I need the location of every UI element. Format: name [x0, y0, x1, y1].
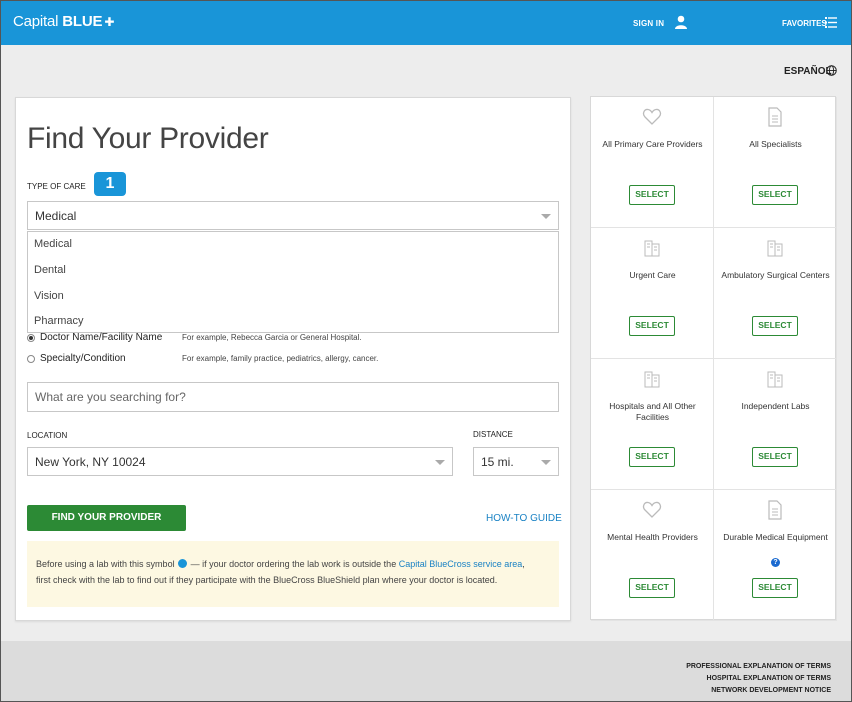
document-icon: [768, 107, 782, 127]
notice-line-1: Before using a lab with this symbol — if…: [36, 556, 549, 572]
category-label: Urgent Care: [629, 270, 676, 280]
location-label: LOCATION: [27, 431, 68, 440]
radio-example: For example, Rebecca Garcia or General H…: [182, 333, 362, 342]
type-of-care-value: Medical: [35, 208, 77, 223]
dropdown-option-vision[interactable]: Vision: [34, 290, 64, 302]
category-tile: Mental Health Providers SELECT: [591, 490, 714, 621]
category-tile: Urgent Care SELECT: [591, 228, 714, 359]
building-icon: [644, 371, 660, 388]
top-header: Capital BLUE ✚ SIGN IN FAVORITES: [1, 1, 851, 45]
logo-text: Capital: [13, 13, 63, 30]
step-badge: 1: [94, 172, 126, 196]
logo-cross-icon: ✚: [104, 15, 115, 29]
category-label: Mental Health Providers: [607, 532, 698, 542]
chevron-down-icon: [541, 213, 551, 219]
dropdown-option-pharmacy[interactable]: Pharmacy: [34, 315, 84, 327]
category-label: All Primary Care Providers: [602, 139, 703, 149]
footer-link-professional-terms[interactable]: PROFESSIONAL EXPLANATION OF TERMS: [686, 663, 831, 670]
heart-icon: [642, 108, 662, 125]
select-button[interactable]: SELECT: [752, 578, 798, 598]
distance-value: 15 mi.: [481, 454, 514, 469]
category-tile: All Specialists SELECT: [714, 97, 837, 228]
type-of-care-label: TYPE OF CARE: [27, 182, 86, 191]
category-tile: Durable Medical Equipment ? SELECT: [714, 490, 837, 621]
category-label: Ambulatory Surgical Centers: [721, 270, 830, 280]
building-icon: [767, 240, 783, 257]
category-tile: Ambulatory Surgical Centers SELECT: [714, 228, 837, 359]
select-button[interactable]: SELECT: [752, 316, 798, 336]
location-value: New York, NY 10024: [35, 454, 146, 469]
dropdown-option-dental[interactable]: Dental: [34, 264, 66, 276]
category-tile: All Primary Care Providers SELECT: [591, 97, 714, 228]
chevron-down-icon: [435, 459, 445, 465]
notice-text: Before using a lab with this symbol: [36, 559, 175, 569]
radio-example: For example, family practice, pediatrics…: [182, 354, 379, 363]
list-icon[interactable]: [825, 17, 837, 28]
find-provider-button[interactable]: FIND YOUR PROVIDER: [27, 505, 186, 531]
type-of-care-select[interactable]: Medical: [27, 201, 559, 230]
document-icon: [768, 500, 782, 520]
radio-button[interactable]: [27, 334, 35, 342]
lab-symbol-icon: [178, 559, 188, 568]
category-grid: All Primary Care Providers SELECT All Sp…: [590, 96, 837, 621]
language-toggle[interactable]: ESPAÑOL: [784, 66, 832, 77]
chevron-down-icon: [541, 459, 551, 465]
location-select[interactable]: New York, NY 10024: [27, 447, 453, 476]
radio-button[interactable]: [27, 355, 35, 363]
select-button[interactable]: SELECT: [629, 185, 675, 205]
heart-icon: [642, 501, 662, 518]
logo-bold: BLUE: [62, 13, 103, 30]
notice-line-2: first check with the lab to find out if …: [36, 575, 498, 585]
footer-link-network-notice[interactable]: NETWORK DEVELOPMENT NOTICE: [711, 687, 831, 694]
notice-text: ,: [522, 559, 525, 569]
service-area-link[interactable]: Capital BlueCross service area: [399, 559, 523, 569]
distance-select[interactable]: 15 mi.: [473, 447, 559, 476]
sign-in-link[interactable]: SIGN IN: [633, 19, 664, 28]
user-icon[interactable]: [674, 15, 688, 29]
select-button[interactable]: SELECT: [752, 185, 798, 205]
category-tile: Independent Labs SELECT: [714, 359, 837, 490]
category-tile: Hospitals and All Other Facilities SELEC…: [591, 359, 714, 490]
globe-icon[interactable]: [826, 65, 837, 76]
select-button[interactable]: SELECT: [629, 578, 675, 598]
category-label: Durable Medical Equipment: [723, 532, 828, 542]
building-icon: [644, 240, 660, 257]
building-icon: [767, 371, 783, 388]
category-label: Hospitals and All Other Facilities: [609, 401, 696, 422]
dropdown-option-medical[interactable]: Medical: [34, 238, 72, 250]
category-label: Independent Labs: [741, 401, 810, 411]
how-to-guide-link[interactable]: HOW-TO GUIDE: [486, 513, 562, 524]
category-label: All Specialists: [749, 139, 802, 149]
notice-text: — if your doctor ordering the lab work i…: [188, 559, 399, 569]
select-button[interactable]: SELECT: [629, 447, 675, 467]
footer-link-hospital-terms[interactable]: HOSPITAL EXPLANATION OF TERMS: [707, 675, 831, 682]
type-of-care-dropdown: Medical Dental Vision Pharmacy: [27, 231, 559, 333]
favorites-link[interactable]: FAVORITES: [782, 19, 827, 28]
radio-label: Specialty/Condition: [40, 353, 126, 364]
help-icon[interactable]: ?: [771, 558, 780, 567]
select-button[interactable]: SELECT: [629, 316, 675, 336]
distance-label: DISTANCE: [473, 430, 513, 439]
page-footer: PROFESSIONAL EXPLANATION OF TERMS HOSPIT…: [1, 641, 851, 701]
page-title: Find Your Provider: [27, 122, 269, 155]
lab-notice: Before using a lab with this symbol — if…: [27, 541, 559, 607]
search-input[interactable]: What are you searching for?: [27, 382, 559, 412]
select-button[interactable]: SELECT: [752, 447, 798, 467]
radio-label: Doctor Name/Facility Name: [40, 332, 163, 343]
capital-blue-logo[interactable]: Capital BLUE ✚: [13, 13, 114, 30]
